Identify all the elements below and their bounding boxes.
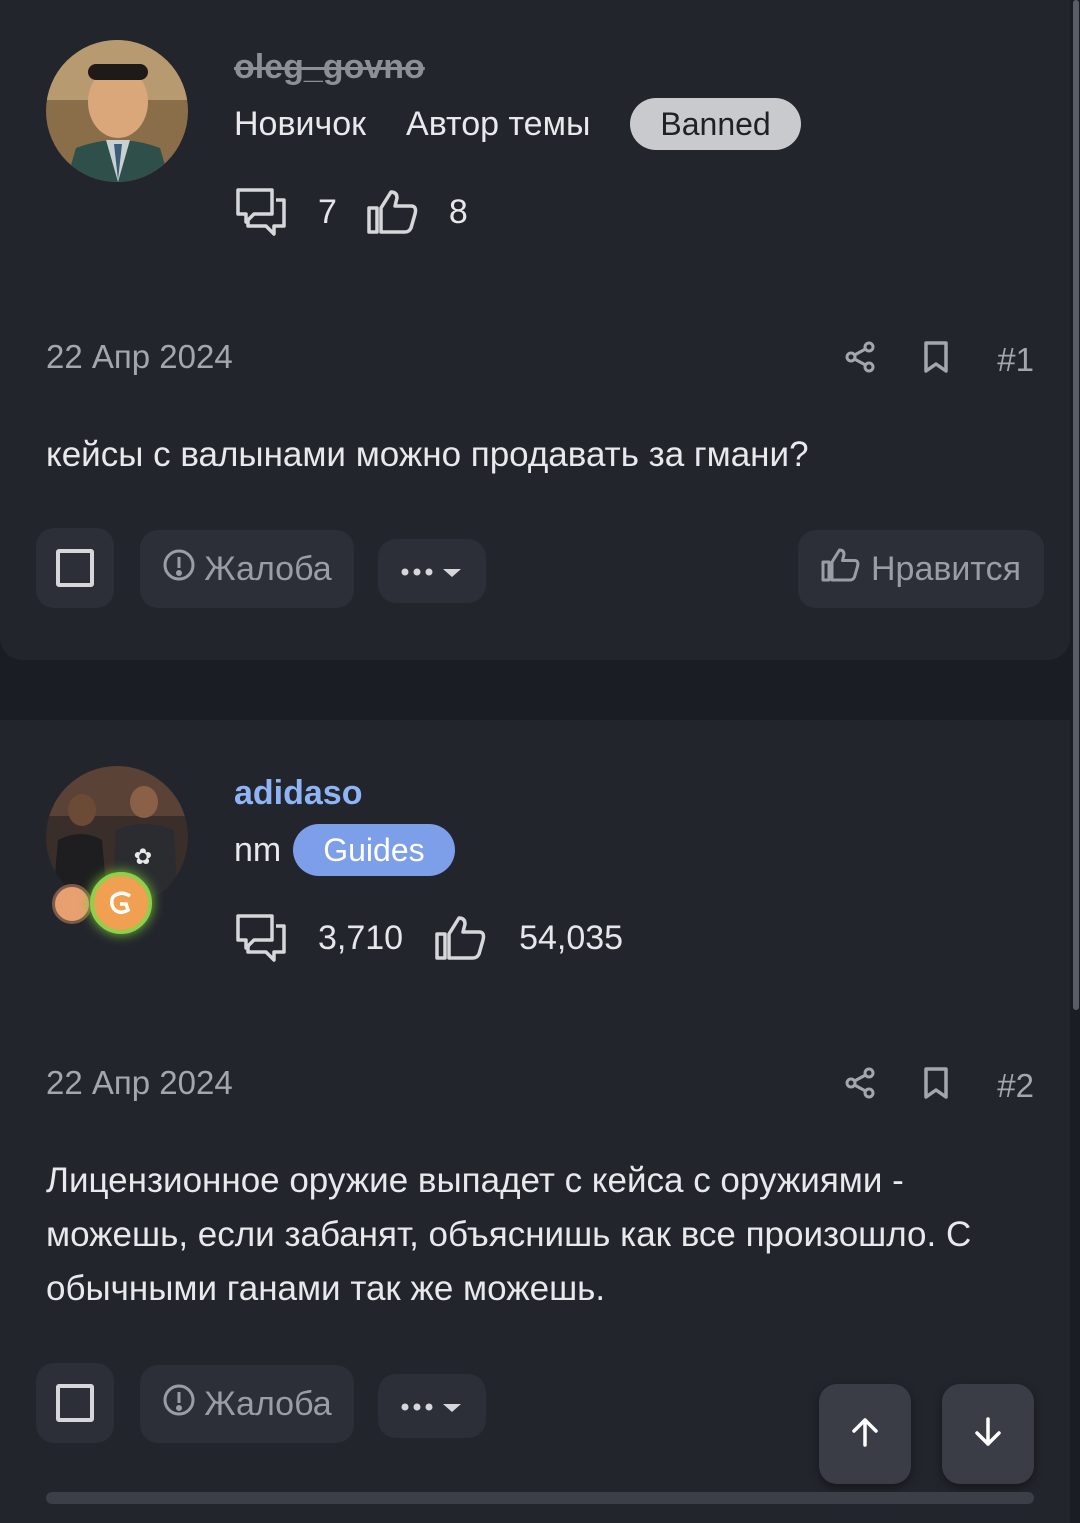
horizontal-scrollbar[interactable] — [46, 1492, 1034, 1504]
scrollbar-thumb[interactable] — [1073, 0, 1079, 1010]
share-icon[interactable] — [843, 1066, 877, 1105]
post-number[interactable]: #2 — [997, 1067, 1034, 1105]
messages-count: 7 — [318, 192, 337, 231]
bookmark-icon[interactable] — [921, 340, 951, 379]
user-meta: nm Guides — [234, 824, 455, 876]
ellipsis-icon — [399, 1387, 465, 1426]
arrow-down-icon — [971, 1415, 1005, 1454]
user-stats: 7 8 — [234, 186, 468, 238]
scroll-down-button[interactable] — [942, 1384, 1034, 1484]
thread-author-label: Автор темы — [406, 104, 591, 143]
user-meta: Новичок Автор темы Banned — [234, 98, 801, 150]
ellipsis-icon — [399, 552, 465, 591]
scroll-up-button[interactable] — [819, 1384, 911, 1484]
status-badge: Banned — [630, 98, 801, 150]
likes-count: 54,035 — [519, 918, 624, 957]
bookmark-icon[interactable] — [921, 1066, 951, 1105]
post-card: oleg_govno Новичок Автор темы Banned 7 8… — [0, 0, 1070, 660]
like-button[interactable]: Нравится — [798, 530, 1044, 608]
report-button[interactable]: Жалоба — [140, 1365, 354, 1443]
share-icon[interactable] — [843, 340, 877, 379]
like-label: Нравится — [870, 549, 1022, 588]
report-label: Жалоба — [204, 1384, 332, 1423]
user-rank: nm — [234, 830, 282, 869]
svg-text:✿: ✿ — [134, 845, 152, 870]
post-tools: #1 — [843, 340, 1034, 379]
checkbox-square — [56, 549, 94, 587]
more-actions-button[interactable] — [378, 1374, 486, 1438]
chat-bubbles-icon — [234, 186, 288, 238]
thumbs-up-icon — [367, 188, 419, 236]
report-label: Жалоба — [204, 549, 332, 588]
select-checkbox[interactable] — [36, 528, 114, 608]
checkbox-square — [56, 1384, 94, 1422]
user-rank: Новичок — [234, 104, 367, 143]
post-number[interactable]: #1 — [997, 341, 1034, 379]
post-message: Лицензионное оружие выпадет с кейса с ор… — [46, 1161, 972, 1308]
status-badge[interactable]: Guides — [293, 824, 455, 876]
post-date[interactable]: 22 Апр 2024 — [46, 338, 233, 376]
username[interactable]: oleg_govno — [234, 48, 425, 87]
username[interactable]: adidaso — [234, 774, 362, 813]
achievement-badge[interactable] — [52, 884, 92, 924]
user-stats: 3,710 54,035 — [234, 912, 623, 964]
likes-count: 8 — [448, 192, 468, 231]
exclamation-circle-icon — [162, 548, 196, 591]
report-button[interactable]: Жалоба — [140, 530, 354, 608]
chat-bubbles-icon — [234, 912, 288, 964]
thumbs-up-icon — [821, 547, 861, 592]
thumbs-up-icon — [435, 914, 487, 962]
post-date[interactable]: 22 Апр 2024 — [46, 1064, 233, 1102]
select-checkbox[interactable] — [36, 1363, 114, 1443]
post-message: кейсы с валынами можно продавать за гман… — [46, 435, 809, 474]
guide-badge-icon[interactable] — [90, 872, 152, 934]
avatar[interactable] — [46, 40, 188, 182]
messages-count: 3,710 — [318, 918, 404, 957]
arrow-up-icon — [848, 1415, 882, 1454]
more-actions-button[interactable] — [378, 539, 486, 603]
exclamation-circle-icon — [162, 1383, 196, 1426]
post-tools: #2 — [843, 1066, 1034, 1105]
vertical-scrollbar[interactable] — [1072, 0, 1080, 1523]
